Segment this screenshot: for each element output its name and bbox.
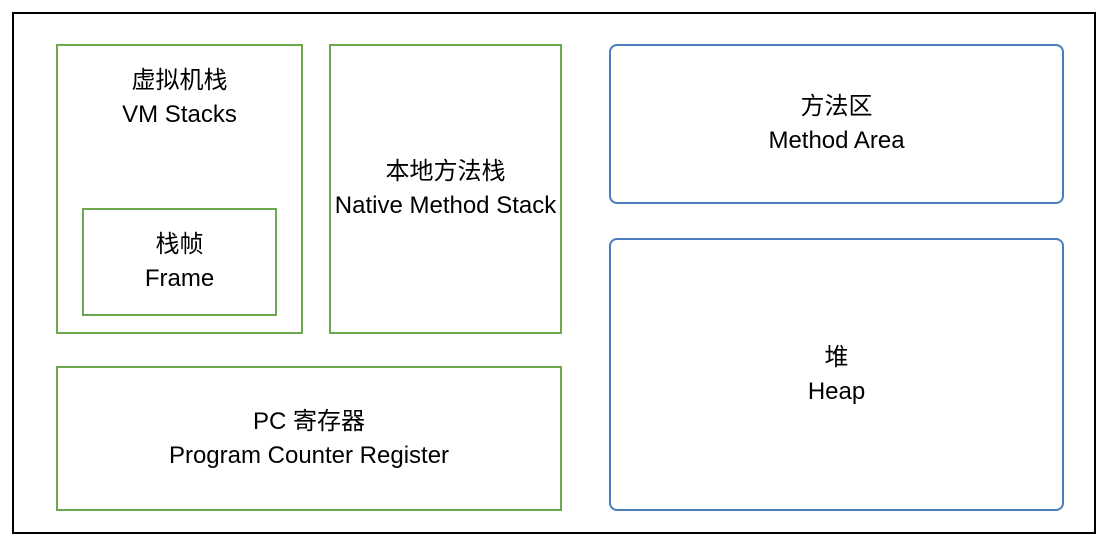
heap-label-en: Heap bbox=[808, 375, 865, 409]
vm-stacks-label-cn: 虚拟机栈 bbox=[132, 64, 228, 98]
method-area-label-cn: 方法区 bbox=[801, 90, 873, 124]
native-stack-label-en: Native Method Stack bbox=[335, 189, 556, 223]
frame-label-cn: 栈帧 bbox=[156, 228, 204, 262]
frame-label-en: Frame bbox=[145, 262, 214, 296]
pc-register-label-en: Program Counter Register bbox=[169, 439, 449, 473]
jvm-memory-diagram: 虚拟机栈 VM Stacks 栈帧 Frame 本地方法栈 Native Met… bbox=[12, 12, 1096, 534]
pc-register-box: PC 寄存器 Program Counter Register bbox=[56, 366, 562, 511]
vm-stacks-label-en: VM Stacks bbox=[122, 98, 237, 132]
native-method-stack-box: 本地方法栈 Native Method Stack bbox=[329, 44, 562, 334]
heap-box: 堆 Heap bbox=[609, 238, 1064, 511]
pc-register-label-cn: PC 寄存器 bbox=[253, 405, 365, 439]
method-area-label-en: Method Area bbox=[768, 124, 904, 158]
method-area-box: 方法区 Method Area bbox=[609, 44, 1064, 204]
heap-label-cn: 堆 bbox=[825, 341, 849, 375]
native-stack-label-cn: 本地方法栈 bbox=[386, 155, 506, 189]
frame-box: 栈帧 Frame bbox=[82, 208, 277, 316]
